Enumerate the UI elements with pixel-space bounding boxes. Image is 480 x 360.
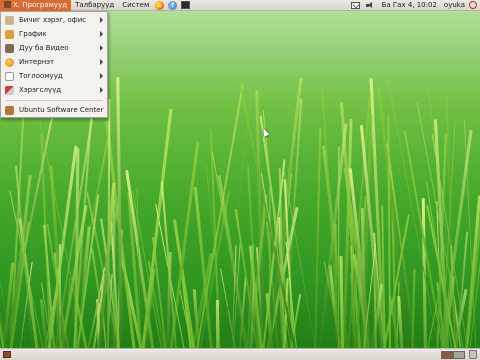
menu-item-office[interactable]: Бичиг хэрэг, офис: [1, 13, 107, 27]
office-icon: [5, 15, 14, 25]
menu-item-label: Хэрэгслүүд: [19, 86, 62, 94]
chevron-right-icon: [100, 73, 103, 79]
workspace-1[interactable]: [441, 351, 453, 359]
top-panel: Х. Програмууд Талбарууд Систем ? Ба Гах …: [0, 0, 480, 11]
trash-icon[interactable]: [469, 350, 477, 359]
power-icon[interactable]: [469, 1, 477, 9]
system-menu[interactable]: Систем: [118, 0, 153, 11]
menu-item-label: График: [19, 30, 47, 38]
menu-separator: [5, 100, 103, 101]
chevron-right-icon: [100, 45, 103, 51]
games-icon: [5, 71, 14, 81]
show-desktop-icon[interactable]: [3, 351, 11, 358]
menu-item-label: Интернэт: [19, 58, 55, 66]
menu-item-sound-video[interactable]: Дуу ба Видео: [1, 41, 107, 55]
internet-icon: [5, 57, 14, 67]
menu-item-graphics[interactable]: График: [1, 27, 107, 41]
bottom-panel: [0, 348, 480, 360]
volume-icon[interactable]: [365, 1, 375, 10]
places-menu[interactable]: Талбарууд: [71, 0, 118, 11]
applications-dropdown: Бичиг хэрэг, офис График Дуу ба Видео Ин…: [0, 11, 108, 118]
menu-item-internet[interactable]: Интернэт: [1, 55, 107, 69]
applications-label: Х. Програмууд: [13, 0, 68, 9]
chevron-right-icon: [100, 17, 103, 23]
chevron-right-icon: [100, 31, 103, 37]
menu-item-label: Бичиг хэрэг, офис: [19, 16, 87, 24]
terminal-icon[interactable]: [181, 1, 191, 9]
graphics-icon: [5, 29, 14, 39]
workspace-2[interactable]: [453, 351, 465, 359]
sound-video-icon: [5, 43, 14, 53]
help-icon[interactable]: ?: [168, 0, 178, 10]
applications-icon: [4, 0, 11, 8]
mail-icon[interactable]: [350, 1, 360, 9]
firefox-icon[interactable]: [155, 0, 165, 10]
menu-item-accessories[interactable]: Хэрэгслүүд: [1, 83, 107, 97]
menu-item-games[interactable]: Тоглоомууд: [1, 69, 107, 83]
menu-item-label: Ubuntu Software Center: [19, 106, 104, 114]
chevron-right-icon: [100, 59, 103, 65]
menu-item-software-center[interactable]: Ubuntu Software Center: [1, 103, 107, 117]
menu-item-label: Дуу ба Видео: [19, 44, 69, 52]
menu-item-label: Тоглоомууд: [19, 72, 63, 80]
clock[interactable]: Ба Гах 4, 10:02: [378, 1, 441, 9]
software-center-icon: [5, 105, 14, 115]
chevron-right-icon: [100, 87, 103, 93]
applications-menu[interactable]: Х. Програмууд: [0, 0, 72, 11]
user-menu[interactable]: oyuka: [441, 1, 468, 9]
accessories-icon: [5, 85, 14, 95]
